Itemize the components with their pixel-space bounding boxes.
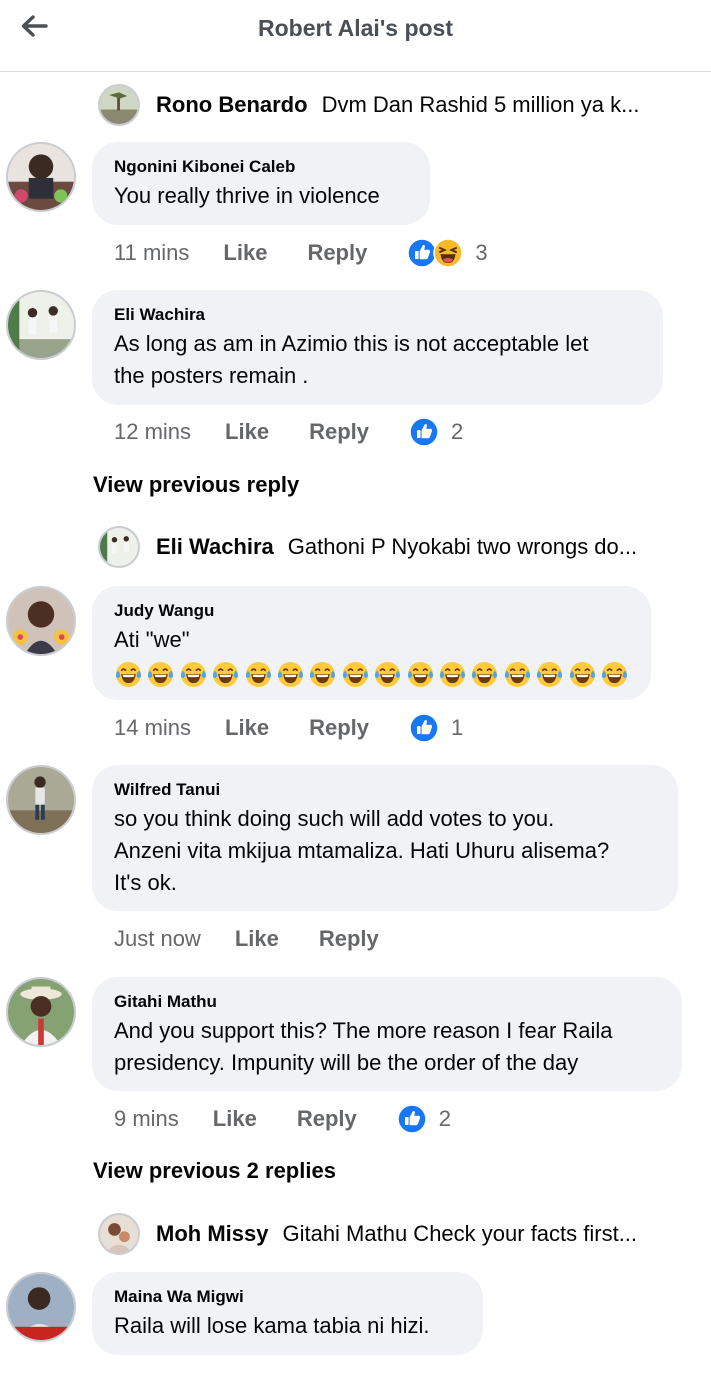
tears-of-joy-emoji-icon	[211, 660, 240, 689]
avatar[interactable]	[6, 977, 76, 1047]
avatar[interactable]	[6, 1272, 76, 1342]
comment-author[interactable]: Gitahi Mathu	[114, 991, 660, 1013]
reaction-count: 1	[451, 715, 464, 740]
comment-timestamp[interactable]: 9 mins	[114, 1106, 179, 1132]
like-reaction-icon	[397, 1104, 427, 1134]
comment-timestamp[interactable]: 11 mins	[114, 240, 189, 266]
tears-of-joy-emoji-icon	[406, 660, 435, 689]
reply-button[interactable]: Reply	[309, 419, 369, 445]
comment-author[interactable]: Wilfred Tanui	[114, 779, 656, 801]
avatar[interactable]	[98, 1213, 140, 1255]
like-button[interactable]: Like	[213, 1106, 257, 1132]
comment-text: so you think doing such will add votes t…	[114, 803, 656, 899]
reply-author[interactable]: Moh Missy	[156, 1221, 268, 1247]
reply-button[interactable]: Reply	[297, 1106, 357, 1132]
comment-text-line: Anzeni vita mkijua mtamaliza. Hati Uhuru…	[114, 838, 610, 863]
comment-bubble[interactable]: Gitahi Mathu And you support this? The m…	[92, 977, 682, 1091]
view-previous-reply-link[interactable]: View previous reply	[93, 472, 299, 498]
reply-button[interactable]: Reply	[307, 240, 367, 266]
comment-text-line: As long as am in Azimio this is not acce…	[114, 331, 589, 356]
haha-reaction-icon	[433, 238, 463, 268]
top-bar: Robert Alai's post	[0, 0, 711, 72]
comment-text-line: And you support this? The more reason I …	[114, 1018, 613, 1043]
page-title: Robert Alai's post	[257, 15, 454, 41]
tears-of-joy-emoji-icon	[179, 660, 208, 689]
avatar[interactable]	[6, 142, 76, 212]
tears-of-joy-emoji-icon	[308, 660, 337, 689]
comment-author[interactable]: Ngonini Kibonei Caleb	[114, 156, 408, 178]
comment-text-line: the posters remain .	[114, 363, 309, 388]
avatar[interactable]	[6, 586, 76, 656]
reaction-summary[interactable]: 3	[407, 238, 488, 268]
comment-bubble[interactable]: Eli Wachira As long as am in Azimio this…	[92, 290, 663, 405]
reaction-summary[interactable]: 2	[397, 1104, 451, 1134]
like-button[interactable]: Like	[225, 715, 269, 741]
comment-text-line: so you think doing such will add votes t…	[114, 806, 555, 831]
emoji-row	[114, 660, 629, 689]
comment-bubble[interactable]: Maina Wa Migwi Raila will lose kama tabi…	[92, 1272, 483, 1355]
comment-bubble[interactable]: Wilfred Tanui so you think doing such wi…	[92, 765, 678, 911]
reaction-count: 3	[475, 240, 488, 265]
reply-button[interactable]: Reply	[319, 926, 379, 952]
tears-of-joy-emoji-icon	[114, 660, 143, 689]
view-previous-replies-link[interactable]: View previous 2 replies	[93, 1158, 336, 1184]
reaction-summary[interactable]: 2	[409, 417, 463, 447]
comment-timestamp[interactable]: Just now	[114, 926, 201, 952]
tears-of-joy-emoji-icon	[146, 660, 175, 689]
like-button[interactable]: Like	[235, 926, 279, 952]
tears-of-joy-emoji-icon	[438, 660, 467, 689]
comment-timestamp[interactable]: 14 mins	[114, 715, 191, 741]
avatar[interactable]	[98, 526, 140, 568]
reply-text: Dvm Dan Rashid 5 million ya k...	[321, 92, 640, 117]
reply-author[interactable]: Eli Wachira	[156, 534, 274, 560]
like-reaction-icon	[409, 713, 439, 743]
comment-text: As long as am in Azimio this is not acce…	[114, 328, 641, 392]
tears-of-joy-emoji-icon	[503, 660, 532, 689]
reply-preview[interactable]: Eli Wachira Gathoni P Nyokabi two wrongs…	[98, 525, 637, 569]
comment-text: And you support this? The more reason I …	[114, 1015, 660, 1079]
comment-text-line: presidency. Impunity will be the order o…	[114, 1050, 579, 1075]
tears-of-joy-emoji-icon	[568, 660, 597, 689]
like-reaction-icon	[409, 417, 439, 447]
comment-actions: 9 mins Like Reply 2	[114, 1102, 451, 1136]
reply-preview[interactable]: Moh Missy Gitahi Mathu Check your facts …	[98, 1212, 637, 1256]
tears-of-joy-emoji-icon	[276, 660, 305, 689]
reply-text: Gitahi Mathu Check your facts first...	[282, 1221, 638, 1246]
avatar[interactable]	[6, 765, 76, 835]
comment-author[interactable]: Eli Wachira	[114, 304, 641, 326]
tears-of-joy-emoji-icon	[341, 660, 370, 689]
comment-actions: 11 mins Like Reply 3	[114, 236, 488, 270]
comment-text: You really thrive in violence	[114, 183, 380, 208]
comment-actions: 14 mins Like Reply 1	[114, 711, 463, 745]
comment-actions: 12 mins Like Reply 2	[114, 415, 463, 449]
avatar[interactable]	[98, 84, 140, 126]
reply-text: Gathoni P Nyokabi two wrongs do...	[287, 534, 638, 559]
reaction-count: 2	[451, 419, 464, 444]
comment-text: Ati "we"	[114, 627, 190, 652]
comment-timestamp[interactable]: 12 mins	[114, 419, 191, 445]
comment-bubble[interactable]: Ngonini Kibonei Caleb You really thrive …	[92, 142, 430, 225]
comment-author[interactable]: Maina Wa Migwi	[114, 1286, 461, 1308]
avatar[interactable]	[6, 290, 76, 360]
tears-of-joy-emoji-icon	[600, 660, 629, 689]
reaction-summary[interactable]: 1	[409, 713, 463, 743]
comment-text: Raila will lose kama tabia ni hizi.	[114, 1313, 430, 1338]
reply-preview[interactable]: Rono Benardo Dvm Dan Rashid 5 million ya…	[98, 83, 639, 127]
like-button[interactable]: Like	[225, 419, 269, 445]
tears-of-joy-emoji-icon	[535, 660, 564, 689]
comment-text-line: It's ok.	[114, 870, 177, 895]
like-button[interactable]: Like	[223, 240, 267, 266]
reply-author[interactable]: Rono Benardo	[156, 92, 308, 118]
tears-of-joy-emoji-icon	[373, 660, 402, 689]
tears-of-joy-emoji-icon	[244, 660, 273, 689]
reply-button[interactable]: Reply	[309, 715, 369, 741]
comment-author[interactable]: Judy Wangu	[114, 600, 629, 622]
reaction-count: 2	[438, 1106, 451, 1131]
comment-actions: Just now Like Reply	[114, 922, 419, 956]
tears-of-joy-emoji-icon	[470, 660, 499, 689]
comment-bubble[interactable]: Judy Wangu Ati "we"	[92, 586, 651, 700]
